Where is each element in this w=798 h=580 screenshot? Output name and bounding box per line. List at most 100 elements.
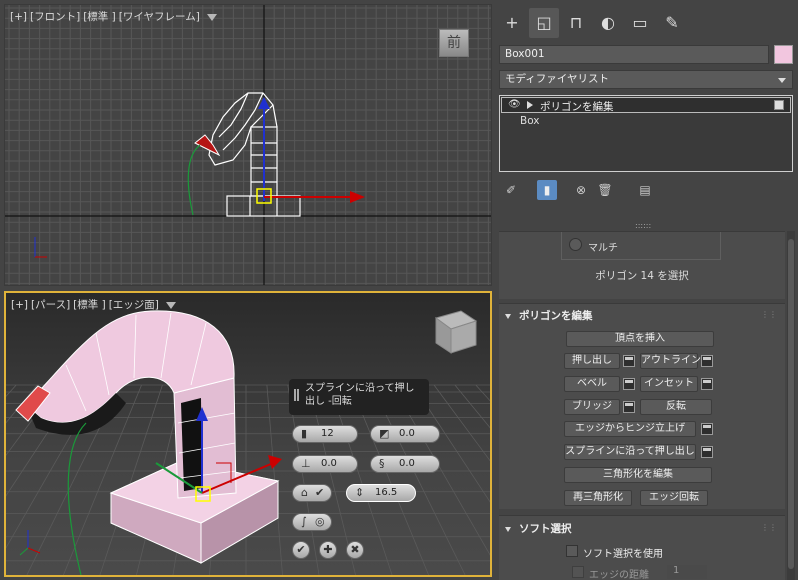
- viewport-menu[interactable]: [+]: [11, 299, 28, 311]
- check-icon: ✔: [315, 486, 325, 499]
- hinge-settings-button[interactable]: [701, 423, 713, 435]
- modifier-list-dropdown[interactable]: モディファイヤリスト: [499, 70, 793, 89]
- edit-triangulation-button[interactable]: 三角形化を編集: [564, 467, 712, 483]
- pick-spline-field[interactable]: ∫ ◎: [292, 513, 332, 531]
- front-wireframe-object: [34, 92, 365, 258]
- front-viewport-label[interactable]: [+] [フロント] [標準 ] [ワイヤフレーム]: [10, 9, 217, 24]
- taper-icon: ◩: [379, 427, 390, 440]
- stack-toolbar: ✐ ▮ ⊗ 🗑 ▤: [499, 178, 793, 202]
- perspective-viewport-label[interactable]: [+] [パース] [標準 ] [エッジ面]: [11, 297, 176, 312]
- drag-handle[interactable]: ⋮⋮: [761, 310, 777, 319]
- display-mode-label[interactable]: [エッジ面]: [109, 299, 159, 311]
- soft-selection-title[interactable]: ソフト選択: [505, 521, 572, 536]
- outline-button[interactable]: アウトライン: [640, 353, 701, 369]
- bevel-settings-button[interactable]: [623, 378, 635, 390]
- hierarchy-icon[interactable]: ⊓: [561, 8, 591, 38]
- viewcube[interactable]: 前: [439, 29, 469, 57]
- view-label[interactable]: [パース]: [31, 299, 70, 311]
- display-icon[interactable]: ▭: [625, 8, 655, 38]
- eye-icon[interactable]: 👁: [508, 99, 521, 110]
- turn-button[interactable]: エッジ回転: [640, 490, 708, 506]
- stack-item-edit-poly[interactable]: 👁 ポリゴンを編集: [501, 97, 791, 113]
- retriangulate-button[interactable]: 再三角形化: [564, 490, 632, 506]
- caddy-title[interactable]: スプラインに沿って押し出し -回転: [289, 379, 429, 415]
- pin-stack-icon[interactable]: ✐: [501, 180, 521, 200]
- panel-scrollbar[interactable]: [787, 231, 795, 580]
- scrollbar-thumb[interactable]: [788, 239, 794, 569]
- edge-distance-label: エッジの距離: [589, 570, 649, 580]
- inset-settings-button[interactable]: [701, 378, 713, 390]
- taper-curve-field[interactable]: ⊥ 0.0: [292, 455, 358, 473]
- grip-icon[interactable]: [294, 389, 299, 401]
- display-mode-label[interactable]: [ワイヤフレーム]: [119, 11, 200, 23]
- shading-label[interactable]: [標準 ]: [83, 11, 116, 23]
- edge-distance-spinner[interactable]: 1: [667, 565, 707, 579]
- stack-item-box[interactable]: Box: [520, 115, 540, 127]
- taper-amount-value: 0.0: [399, 428, 415, 439]
- spline-icon: ∫: [301, 515, 307, 528]
- object-name-field[interactable]: Box001: [499, 45, 769, 64]
- bevel-button[interactable]: ベベル: [564, 376, 620, 392]
- ok-icon[interactable]: ✔: [292, 541, 310, 559]
- cancel-icon[interactable]: ✖: [346, 541, 364, 559]
- motion-icon[interactable]: ◐: [593, 8, 623, 38]
- rotation-field[interactable]: ⇕ 16.5: [346, 484, 416, 502]
- flip-button[interactable]: 反転: [640, 399, 712, 415]
- edge-distance-checkbox[interactable]: [572, 566, 584, 578]
- extrude-along-spline-button[interactable]: スプラインに沿って押し出し: [564, 444, 696, 460]
- filter-icon[interactable]: [165, 301, 176, 309]
- rollout-scroll[interactable]: マルチ ポリゴン 14 を選択 ポリゴンを編集 ⋮⋮ 頂点を挿入 押し出し アウ…: [499, 231, 785, 580]
- inset-button[interactable]: インセット: [640, 376, 698, 392]
- insert-vertex-button[interactable]: 頂点を挿入: [566, 331, 714, 347]
- use-soft-selection-label: ソフト選択を使用: [583, 549, 663, 560]
- front-viewport[interactable]: [+] [フロント] [標準 ] [ワイヤフレーム] 前: [4, 4, 492, 286]
- view-label[interactable]: [フロント]: [30, 11, 80, 23]
- outline-settings-button[interactable]: [701, 355, 713, 367]
- modify-icon[interactable]: ◱: [529, 8, 559, 38]
- align-to-face-field[interactable]: ⌂ ✔: [292, 484, 332, 502]
- twist-icon: §: [379, 457, 385, 470]
- viewport-menu[interactable]: [+]: [10, 11, 27, 23]
- taper-amount-field[interactable]: ◩ 0.0: [370, 425, 440, 443]
- perspective-viewport[interactable]: [+] [パース] [標準 ] [エッジ面] スプラインに沿って押し出し -回転 ▮ 1…: [4, 291, 492, 577]
- chevron-down-icon: [778, 78, 786, 83]
- edit-polygons-title[interactable]: ポリゴンを編集: [505, 308, 593, 323]
- extrude-button[interactable]: 押し出し: [564, 353, 620, 369]
- panel-divider[interactable]: ::::::: [635, 222, 655, 230]
- expand-icon[interactable]: [527, 101, 533, 109]
- extrude-spline-settings-button[interactable]: [701, 446, 713, 458]
- bridge-button[interactable]: ブリッジ: [564, 399, 620, 415]
- shading-label[interactable]: [標準 ]: [73, 299, 106, 311]
- filter-icon[interactable]: [206, 13, 217, 21]
- align-icon: ⌂: [301, 486, 308, 499]
- utilities-icon[interactable]: ✎: [657, 8, 687, 38]
- selection-status: ポリゴン 14 を選択: [595, 270, 689, 282]
- extrude-settings-button[interactable]: [623, 355, 635, 367]
- rotation-icon: ⇕: [355, 486, 365, 499]
- create-icon[interactable]: +: [497, 8, 527, 38]
- multi-radio[interactable]: [569, 238, 582, 251]
- twist-value: 0.0: [399, 458, 415, 469]
- modifier-stack[interactable]: 👁 ポリゴンを編集 Box: [499, 95, 793, 172]
- stack-item-label: ポリゴンを編集: [540, 101, 614, 113]
- pick-icon: ◎: [315, 515, 325, 528]
- object-color-swatch[interactable]: [774, 45, 793, 64]
- configure-sets-icon[interactable]: ▤: [635, 180, 655, 200]
- edit-polygons-rollout: ポリゴンを編集 ⋮⋮ 頂点を挿入 押し出し アウトライン ベベル インセット ブ…: [499, 303, 785, 509]
- multi-label: マルチ: [588, 243, 618, 254]
- taper-curve-icon: ⊥: [301, 457, 311, 470]
- twist-field[interactable]: § 0.0: [370, 455, 440, 473]
- modifier-list-label: モディファイヤリスト: [505, 73, 609, 85]
- hinge-from-edge-button[interactable]: エッジからヒンジ立上げ: [564, 421, 696, 437]
- make-unique-icon[interactable]: ⊗: [571, 180, 591, 200]
- app-window: [+] [フロント] [標準 ] [ワイヤフレーム] 前 [+] [パース] […: [0, 0, 798, 580]
- use-soft-selection-checkbox[interactable]: [566, 545, 578, 557]
- segments-value: 12: [321, 428, 334, 439]
- drag-handle[interactable]: ⋮⋮: [761, 523, 777, 532]
- apply-icon[interactable]: ✚: [319, 541, 337, 559]
- show-end-result-icon[interactable]: ▮: [537, 180, 557, 200]
- trash-icon[interactable]: 🗑: [595, 180, 615, 200]
- stack-item-toggle[interactable]: [774, 100, 784, 110]
- bridge-settings-button[interactable]: [623, 401, 635, 413]
- segments-field[interactable]: ▮ 12: [292, 425, 358, 443]
